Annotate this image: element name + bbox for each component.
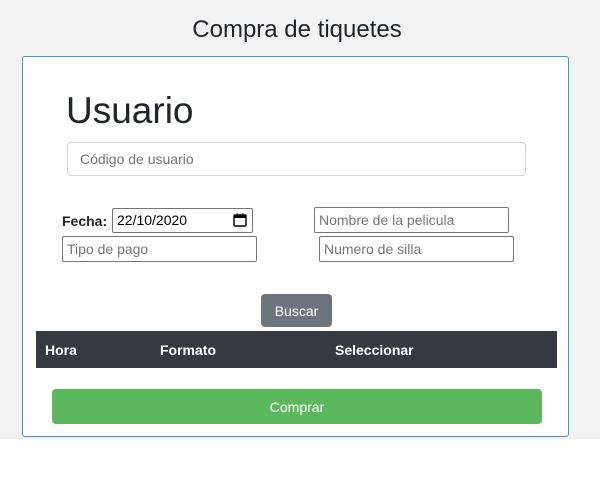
section-title: Usuario (66, 90, 194, 131)
page-title: Compra de tiquetes (192, 16, 402, 43)
table-header: Hora Formato Seleccionar (36, 331, 557, 368)
date-label: Fecha: (62, 213, 108, 229)
column-header-formato: Formato (160, 342, 216, 358)
payment-type-input[interactable] (62, 236, 257, 262)
date-value: 22/10/2020 (117, 212, 188, 228)
calendar-icon[interactable] (233, 213, 247, 227)
column-header-hora: Hora (45, 342, 77, 358)
user-code-input[interactable] (67, 142, 526, 176)
column-header-seleccionar: Seleccionar (335, 342, 414, 358)
movie-name-input[interactable] (314, 207, 509, 233)
buy-button[interactable]: Comprar (52, 389, 542, 424)
search-button[interactable]: Buscar (261, 294, 332, 327)
date-input[interactable]: 22/10/2020 (112, 208, 253, 233)
seat-number-input[interactable] (319, 236, 514, 262)
